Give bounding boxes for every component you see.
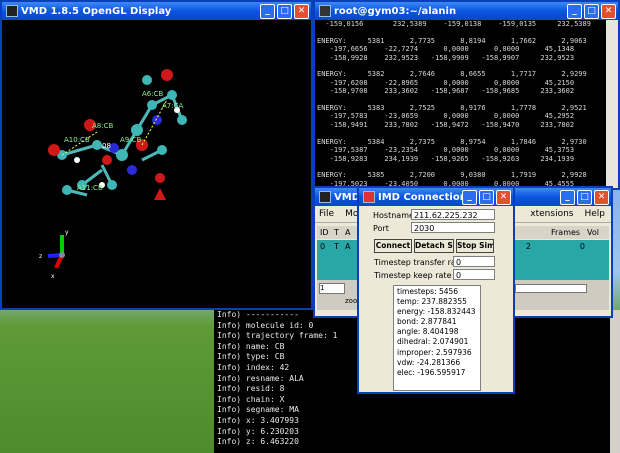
terminal-scrollbar[interactable] xyxy=(606,20,618,188)
terminal-icon xyxy=(319,5,331,17)
minimize-icon[interactable]: _ xyxy=(560,190,575,205)
terminal-title: root@gym03:~/alanin xyxy=(334,5,457,17)
terminal-line: -158,9928 232,9523 -158,9909 -158,9907 2… xyxy=(317,53,575,62)
gl-window-title: VMD 1.8.5 OpenGL Display xyxy=(21,5,172,17)
imd-stat-line: bond: 2.877841 xyxy=(397,317,457,327)
axes-gizmo: y z x xyxy=(39,229,69,280)
terminal-line: ENERGY: 5382 2,7646 8,6655 1,7717 2,9299 xyxy=(317,70,587,79)
terminal-line: -197,6208 -22,8965 0,0000 0,0000 45,2150 xyxy=(317,78,575,87)
port-label: Port xyxy=(373,224,389,233)
info-line: Info) segname: MA xyxy=(217,405,299,415)
menu-file[interactable]: File xyxy=(319,209,334,219)
info-line: Info) y: 6.230203 xyxy=(217,426,299,436)
atom-label: A11:CB xyxy=(77,184,103,192)
atom-label: A7:CA xyxy=(162,102,183,110)
terminal-line: -158,9491 233,7802 -158,9472 -158,9470 2… xyxy=(317,120,575,129)
imd-stat-line: vdw: -24.281366 xyxy=(397,357,461,367)
zoom-label: zoo xyxy=(345,297,358,305)
detach-sim-button[interactable]: Detach Sim xyxy=(414,239,454,253)
port-field[interactable]: 2030 xyxy=(411,222,495,233)
stop-sim-button[interactable]: Stop Sim xyxy=(456,239,494,253)
terminal-line: -158,9708 233,3602 -158,9687 -158,9685 2… xyxy=(317,87,575,96)
hostname-label: Hostname xyxy=(373,211,414,220)
terminal-window[interactable]: root@gym03:~/alanin _ □ ✕ -159,0156 232,… xyxy=(313,0,620,190)
imd-titlebar[interactable]: IMD Connection _ □ ✕ xyxy=(359,188,513,206)
imd-title: IMD Connection xyxy=(378,191,467,203)
transfer-rate-label: Timestep transfer rate xyxy=(374,258,464,267)
menu-help[interactable]: Help xyxy=(584,209,605,219)
atom-label: A10:CB xyxy=(64,136,90,144)
terminal-line: -197,5387 -23,2354 0,0000 0,0000 45,3753 xyxy=(317,146,575,155)
terminal-line: -159,0156 232,5389 -159,0138 -159,0135 2… xyxy=(317,20,591,28)
minimize-icon[interactable]: _ xyxy=(567,4,582,19)
minimize-icon[interactable]: _ xyxy=(260,4,275,19)
gl-titlebar[interactable]: VMD 1.8.5 OpenGL Display _ □ ✕ xyxy=(2,2,311,20)
frame-slider[interactable] xyxy=(515,284,587,293)
atom-label: A9:CB xyxy=(120,136,141,144)
terminal-line: -197,6656 -22,7274 0,0000 0,0000 45,1348 xyxy=(317,45,575,54)
info-line: Info) chain: X xyxy=(217,394,285,404)
terminal-output: -159,0156 232,5389 -159,0138 -159,0135 2… xyxy=(315,20,606,188)
tk-icon xyxy=(363,191,375,203)
imd-stat-line: temp: 237.882355 xyxy=(397,297,467,307)
atom-label: 08 xyxy=(102,142,111,150)
col-t: T xyxy=(334,228,339,237)
close-icon[interactable]: ✕ xyxy=(601,4,616,19)
close-icon[interactable]: ✕ xyxy=(594,190,609,205)
connect-button[interactable]: Connect xyxy=(374,239,412,253)
atom-label: A6:CB xyxy=(142,90,163,98)
minimize-icon[interactable]: _ xyxy=(462,190,477,205)
console-scrollbar[interactable] xyxy=(610,310,620,453)
vmd-app-icon xyxy=(319,191,331,203)
keep-rate-field[interactable]: 0 xyxy=(453,269,495,280)
terminal-line: ENERGY: 5384 2,7375 8,9754 1,7846 2,9730 xyxy=(317,137,587,146)
imd-connection-window[interactable]: IMD Connection _ □ ✕ Hostname 211.62.225… xyxy=(357,186,515,394)
frame-field[interactable]: 1 xyxy=(319,283,345,294)
terminal-titlebar[interactable]: root@gym03:~/alanin _ □ ✕ xyxy=(315,2,618,20)
maximize-icon[interactable]: □ xyxy=(577,190,592,205)
imd-stat-line: angle: 8.404198 xyxy=(397,327,459,337)
maximize-icon[interactable]: □ xyxy=(584,4,599,19)
terminal-line: -197,5783 -23,0659 0,0000 0,0000 45,2952 xyxy=(317,112,575,121)
vmd-app-icon xyxy=(6,5,18,17)
transfer-rate-field[interactable]: 0 xyxy=(453,256,495,267)
molecule-render: A6:CB A7:CA A8:CB A9:CB A10:CB A11:CB 08… xyxy=(39,69,187,280)
svg-text:x: x xyxy=(51,273,55,280)
imd-stat-line: improper: 2.597936 xyxy=(397,347,472,357)
vmd-opengl-window[interactable]: VMD 1.8.5 OpenGL Display _ □ ✕ A6:CB A7:… xyxy=(0,0,313,310)
keep-rate-label: Timestep keep rate xyxy=(374,271,452,280)
imd-stat-line: energy: -158.832443 xyxy=(397,307,476,317)
imd-stat-line: timesteps: 5456 xyxy=(397,287,459,296)
terminal-line: ENERGY: 5383 2,7525 8,9176 1,7778 2,9521 xyxy=(317,104,587,113)
col-frames: Frames xyxy=(551,228,581,237)
col-vol: Vol xyxy=(587,228,599,237)
col-id: ID xyxy=(320,228,329,237)
imd-stats-box: timesteps: 5456 temp: 237.882355 energy: -… xyxy=(393,285,481,391)
col-a: A xyxy=(345,228,351,237)
atom-label: A8:CB xyxy=(92,122,113,130)
hostname-field[interactable]: 211.62.225.232 xyxy=(411,209,495,220)
terminal-line: ENERGY: 5385 2,7200 9,0380 1,7919 2,9928 xyxy=(317,171,587,180)
imd-stat-line: elec: -196.595917 xyxy=(397,367,466,377)
close-icon[interactable]: ✕ xyxy=(496,190,511,205)
maximize-icon[interactable]: □ xyxy=(277,4,292,19)
imd-stat-line: dihedral: 2.074901 xyxy=(397,337,469,347)
svg-text:y: y xyxy=(65,229,69,236)
terminal-line: -158,9283 234,1939 -158,9265 -158,9263 2… xyxy=(317,154,575,163)
maximize-icon[interactable]: □ xyxy=(479,190,494,205)
molecule-canvas[interactable]: A6:CB A7:CA A8:CB A9:CB A10:CB A11:CB 08… xyxy=(2,20,311,308)
info-line: Info) x: 3.407993 xyxy=(217,415,299,425)
svg-text:z: z xyxy=(39,253,42,260)
close-icon[interactable]: ✕ xyxy=(294,4,309,19)
info-line: Info) z: 6.463220 xyxy=(217,437,299,447)
menu-extensions[interactable]: xtensions xyxy=(530,209,573,219)
terminal-line: ENERGY: 5381 2,7735 8,8194 1,7662 2,9063 xyxy=(317,36,587,45)
